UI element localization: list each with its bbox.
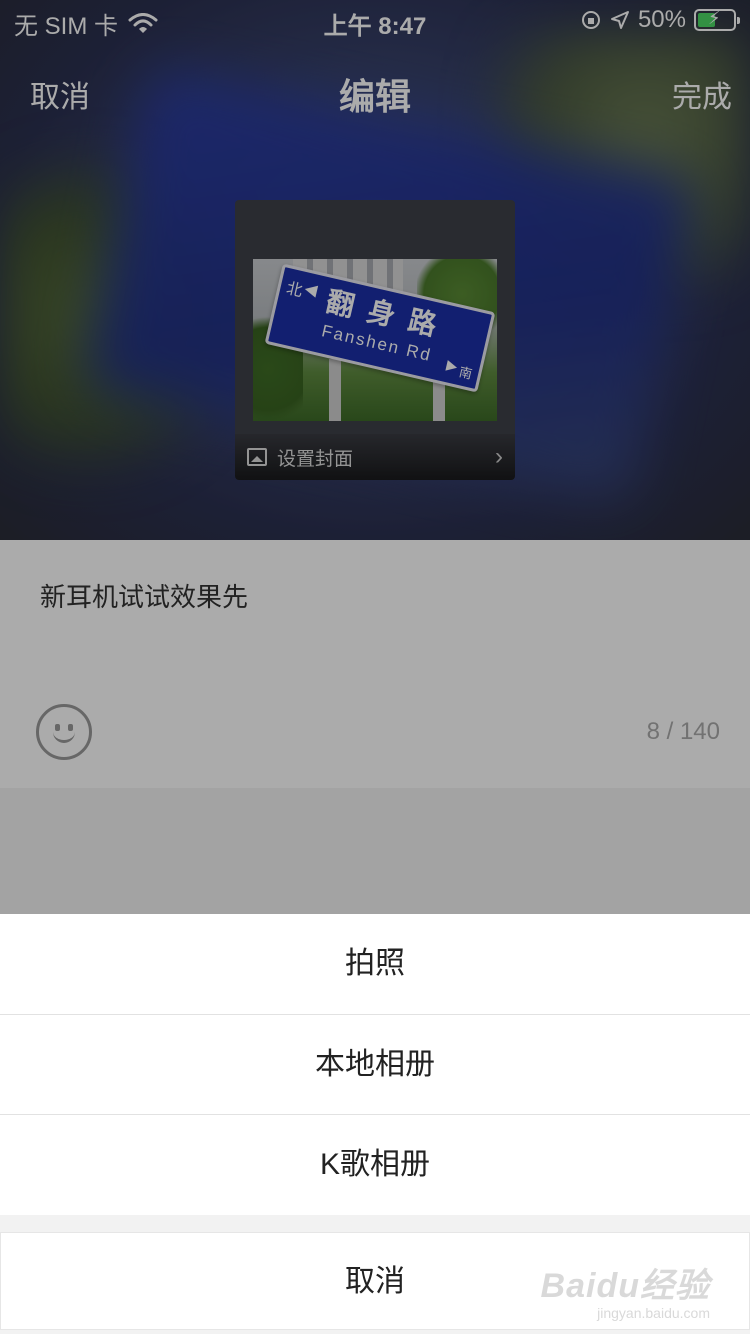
local-album-option[interactable]: 本地相册 [0,1015,750,1115]
watermark: Baidu经验 jingyan.baidu.com [541,1258,710,1321]
k-song-album-option[interactable]: K歌相册 [0,1115,750,1215]
watermark-url: jingyan.baidu.com [597,1305,710,1321]
watermark-brand: Baidu经验 [540,1267,710,1305]
take-photo-option[interactable]: 拍照 [0,914,750,1014]
